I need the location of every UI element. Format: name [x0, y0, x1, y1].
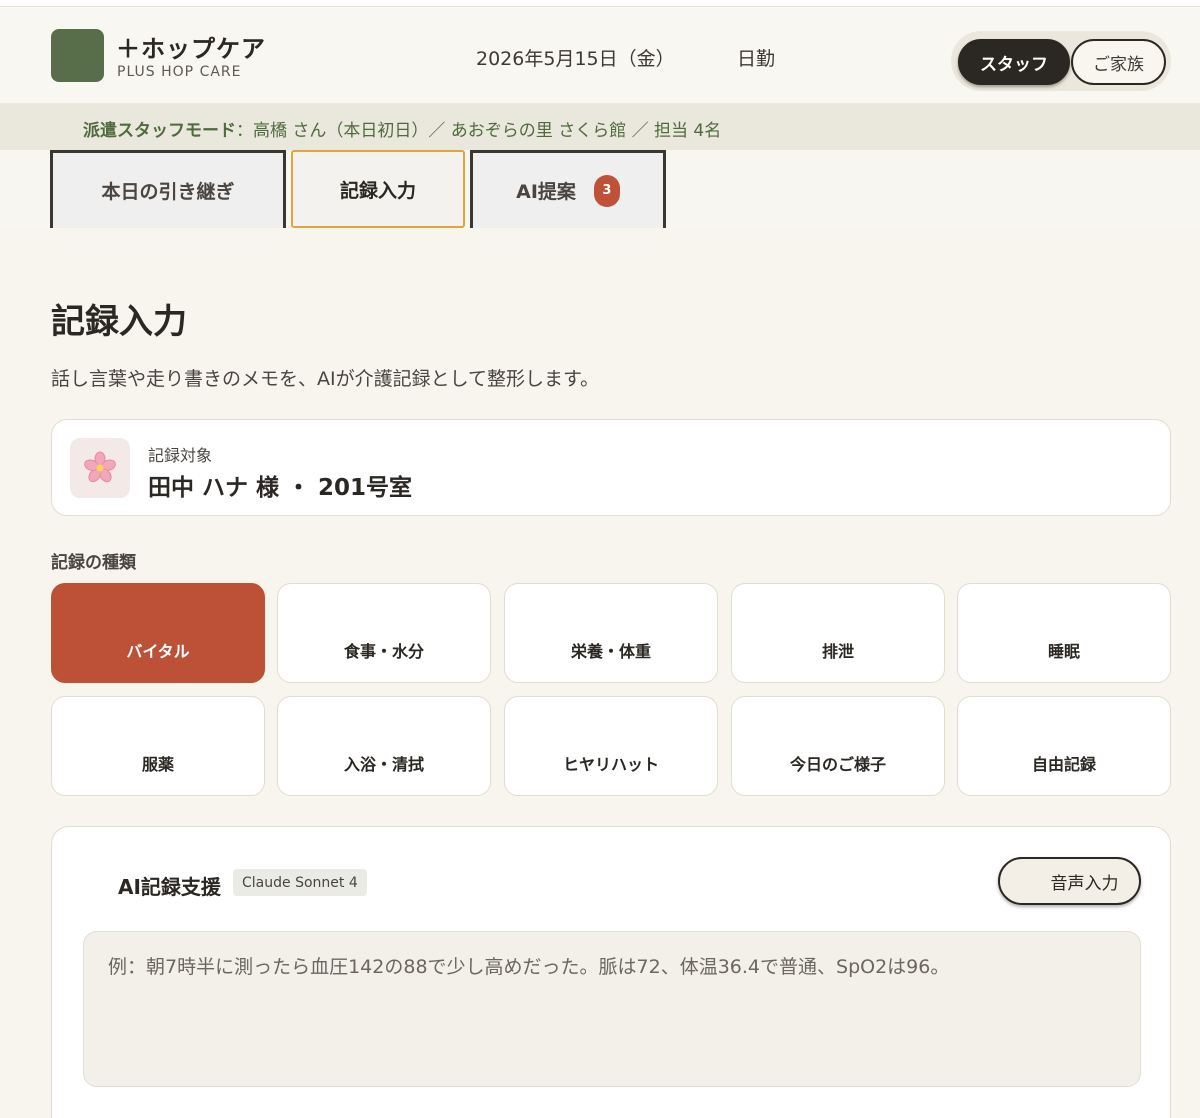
app-header: ＋ホップケア PLUS HOP CARE 2026年5月15日（金） 日勤 スタ… — [0, 7, 1200, 103]
tab-record-input[interactable]: 記録入力 — [291, 150, 465, 228]
logo-mark — [51, 29, 104, 82]
brand-name: ＋ホップケア — [116, 35, 266, 63]
tab-ai-suggestions-label: AI提案 — [516, 181, 576, 203]
record-memo-input[interactable] — [83, 931, 1141, 1087]
voice-input-button[interactable]: 音声入力 — [998, 857, 1141, 905]
record-type-daily-condition[interactable]: 今日のご様子 — [731, 696, 945, 796]
staff-mode-button[interactable]: スタッフ — [958, 39, 1070, 85]
model-chip: Claude Sonnet 4 — [233, 869, 367, 896]
cherry-blossom-icon — [70, 438, 130, 498]
ai-record-assist-card: AI記録支援 Claude Sonnet 4 音声入力 — [51, 826, 1171, 1118]
record-type-free-note[interactable]: 自由記録 — [957, 696, 1171, 796]
staff-mode-banner: 派遣スタッフモード：高橋 さん（本日初日）／ あおぞらの里 さくら館 ／ 担当 … — [0, 103, 1200, 150]
record-type-bathing[interactable]: 入浴・清拭 — [277, 696, 491, 796]
banner-text: 派遣スタッフモード：高橋 さん（本日初日）／ あおぞらの里 さくら館 ／ 担当 … — [83, 116, 721, 141]
brand-subtitle: PLUS HOP CARE — [117, 64, 242, 80]
family-mode-button[interactable]: ご家族 — [1071, 39, 1166, 85]
record-type-excretion[interactable]: 排泄 — [731, 583, 945, 683]
page-title: 記録入力 — [51, 302, 187, 342]
record-type-meal[interactable]: 食事・水分 — [277, 583, 491, 683]
ai-suggestions-count-badge: 3 — [593, 174, 620, 207]
record-target-card[interactable]: 記録対象 田中 ハナ 様 ・ 201号室 — [51, 419, 1171, 516]
shift-label: 日勤 — [737, 48, 776, 70]
voice-input-label: 音声入力 — [1050, 873, 1119, 894]
record-type-sleep[interactable]: 睡眠 — [957, 583, 1171, 683]
current-date: 2026年5月15日（金） — [476, 48, 675, 70]
banner-label: 派遣スタッフモード — [83, 121, 236, 141]
record-type-section-label: 記録の種類 — [51, 553, 136, 573]
tab-handoff[interactable]: 本日の引き継ぎ — [50, 150, 286, 228]
record-target-value: 田中 ハナ 様 ・ 201号室 — [148, 475, 413, 501]
tab-handoff-label: 本日の引き継ぎ — [101, 181, 235, 203]
page-description: 話し言葉や走り書きのメモを、AIが介護記録として整形します。 — [51, 368, 600, 390]
record-type-medication[interactable]: 服薬 — [51, 696, 265, 796]
top-rule — [0, 0, 1200, 7]
record-target-label: 記録対象 — [148, 446, 213, 465]
mode-switch: スタッフ ご家族 — [951, 31, 1171, 91]
ai-assist-title: AI記録支援 — [118, 875, 221, 899]
record-type-near-miss[interactable]: ヒヤリハット — [504, 696, 718, 796]
tab-record-input-label: 記録入力 — [339, 179, 416, 202]
tab-ai-suggestions[interactable]: AI提案 3 — [470, 150, 666, 228]
banner-info: ：高橋 さん（本日初日）／ あおぞらの里 さくら館 ／ 担当 4名 — [236, 121, 722, 141]
record-type-vital[interactable]: バイタル — [51, 583, 265, 683]
record-type-nutrition[interactable]: 栄養・体重 — [504, 583, 718, 683]
